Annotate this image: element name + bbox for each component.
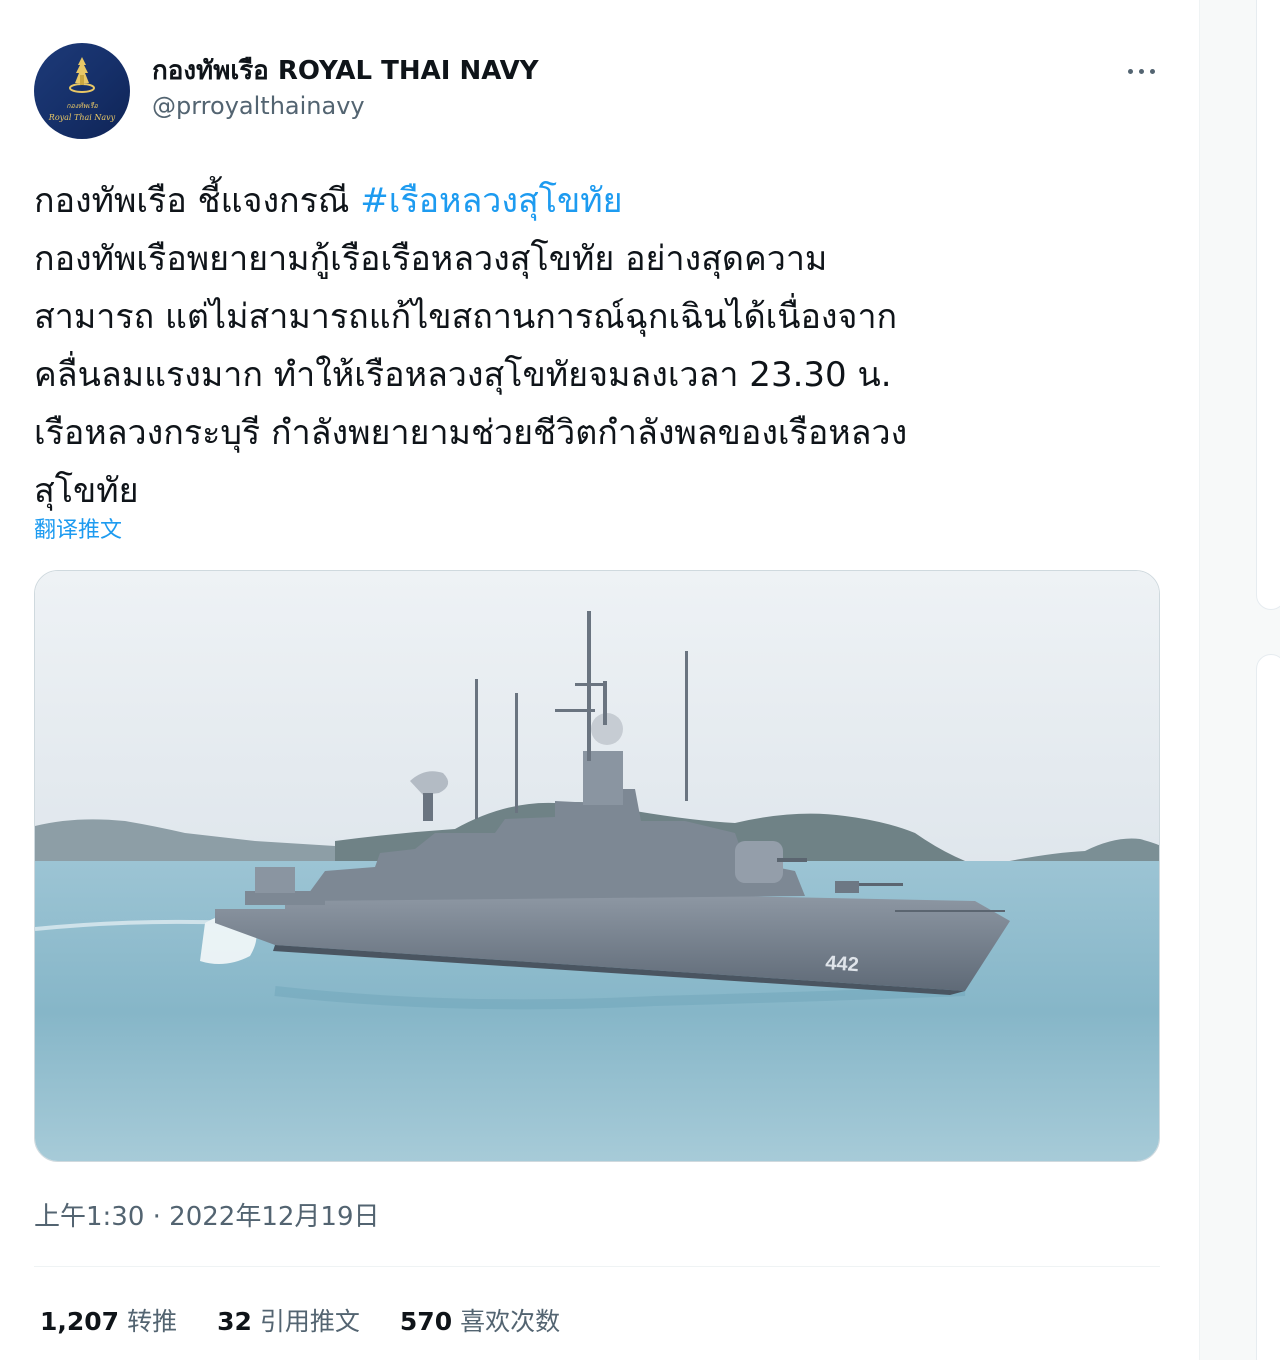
tweet-line: คลื่นลมแรงมาก ทำให้เรือหลวงสุโขทัยจมลงเว… [34, 355, 892, 395]
hull-number: 442 [825, 952, 860, 976]
tweet-line-1: กองทัพเรือ ชี้แจงกรณี #เรือหลวงสุโขทัย [34, 172, 1164, 230]
likes-count: 570 [399, 1307, 453, 1336]
sidebar-card [1256, 0, 1280, 610]
retweets-count: 1,207 [40, 1307, 120, 1336]
tweet-photo[interactable]: 442 [34, 570, 1160, 1162]
more-options-button[interactable] [1118, 56, 1164, 86]
quotes-count: 32 [217, 1307, 252, 1336]
engagement-stats: 1,207 转推 32 引用推文 570 喜欢次数 [40, 1302, 600, 1338]
tweet-line: สามารถ แต่ไม่สามารถแก้ไขสถานการณ์ฉุกเฉิน… [34, 297, 898, 337]
display-name[interactable]: กองทัพเรือ ROYAL THAI NAVY [152, 50, 539, 91]
navy-emblem-icon [69, 57, 95, 93]
handle[interactable]: @prroyalthainavy [152, 92, 365, 120]
likes-stat[interactable]: 570 喜欢次数 [400, 1302, 560, 1338]
divider [34, 1266, 1160, 1267]
avatar-english-text: Royal Thai Navy [48, 113, 116, 122]
tweet-line: สุโขทัย [34, 471, 139, 511]
quotes-stat[interactable]: 32 引用推文 [217, 1302, 360, 1338]
quotes-label: 引用推文 [259, 1307, 360, 1336]
avatar[interactable]: กองทัพเรือ Royal Thai Navy [34, 43, 130, 139]
likes-label: 喜欢次数 [460, 1307, 561, 1336]
hashtag-link[interactable]: #เรือหลวงสุโขทัย [360, 181, 622, 221]
tweet-line: เรือหลวงกระบุรี กำลังพยายามช่วยชีวิตกำลั… [34, 413, 908, 453]
more-dots-icon [1138, 68, 1144, 74]
more-dots-icon [1127, 68, 1133, 74]
ship-photo: 442 [35, 571, 1159, 1161]
retweets-stat[interactable]: 1,207 转推 [40, 1302, 177, 1338]
tweet-line-prefix: กองทัพเรือ ชี้แจงกรณี [34, 181, 361, 221]
sidebar-card [1256, 654, 1280, 1360]
tweet-line: กองทัพเรือพยายามกู้เรือเรือหลวงสุโขทัย อ… [34, 239, 828, 279]
translate-tweet-link[interactable]: 翻译推文 [34, 512, 122, 544]
avatar-thai-text: กองทัพเรือ [66, 102, 98, 110]
more-dots-icon [1149, 68, 1155, 74]
tweet-container: กองทัพเรือ Royal Thai Navy กองทัพเรือ RO… [0, 0, 1200, 1360]
tweet-timestamp[interactable]: 上午1:30 · 2022年12月19日 [34, 1196, 380, 1233]
tweet-text: กองทัพเรือ ชี้แจงกรณี #เรือหลวงสุโขทัย ก… [34, 172, 1164, 520]
retweets-label: 转推 [127, 1307, 178, 1336]
